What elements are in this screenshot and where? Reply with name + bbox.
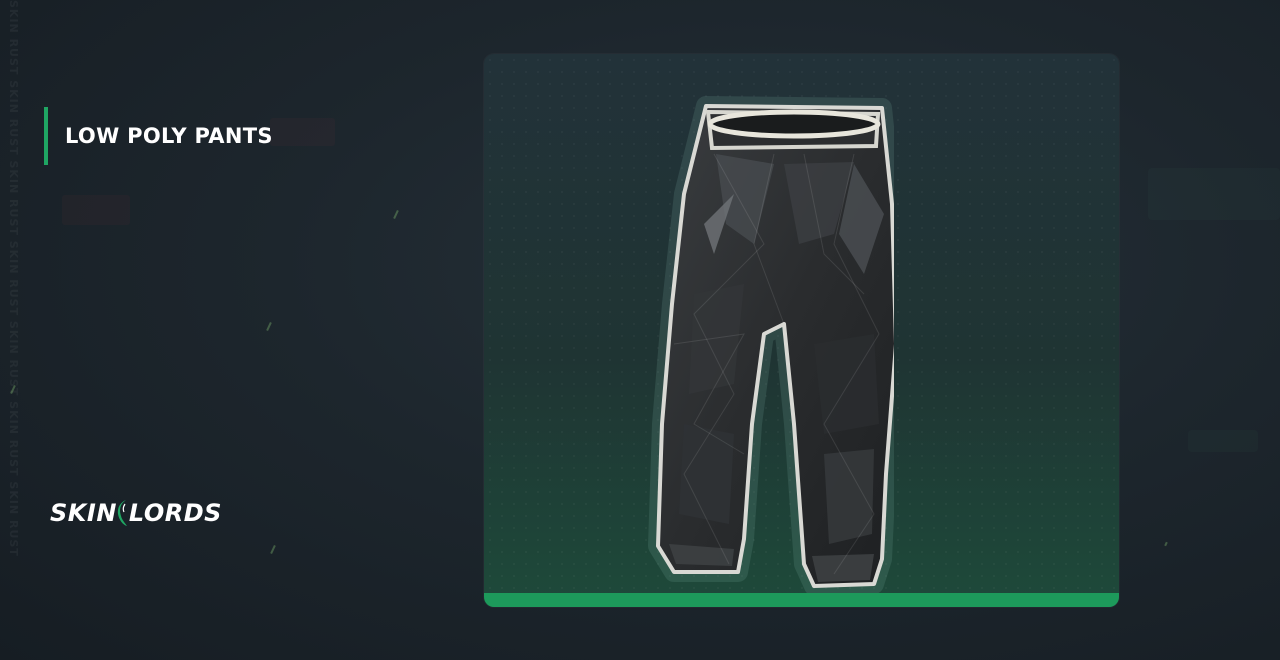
side-watermark: SKIN RUST SKIN RUST SKIN RUST SKIN RUST … xyxy=(7,0,20,557)
ghost-shape xyxy=(62,195,130,225)
ghost-shape xyxy=(1188,430,1258,452)
particle xyxy=(1164,541,1168,547)
particle xyxy=(270,544,276,555)
dragon-icon xyxy=(117,500,127,526)
logo-text-right: LORDS xyxy=(128,499,222,527)
pants-icon xyxy=(648,96,894,596)
ghost-shape xyxy=(270,118,335,146)
item-title-block: LOW POLY PANTS xyxy=(44,107,273,165)
item-preview-card xyxy=(484,54,1119,607)
particle xyxy=(393,209,399,220)
item-title: LOW POLY PANTS xyxy=(65,124,273,148)
rarity-bar xyxy=(484,593,1119,607)
particle xyxy=(266,321,272,332)
skinlords-logo: SKIN LORDS xyxy=(50,498,222,528)
logo-text-left: SKIN xyxy=(50,499,117,527)
ghost-shape xyxy=(1148,168,1280,220)
title-accent-bar xyxy=(44,107,48,165)
